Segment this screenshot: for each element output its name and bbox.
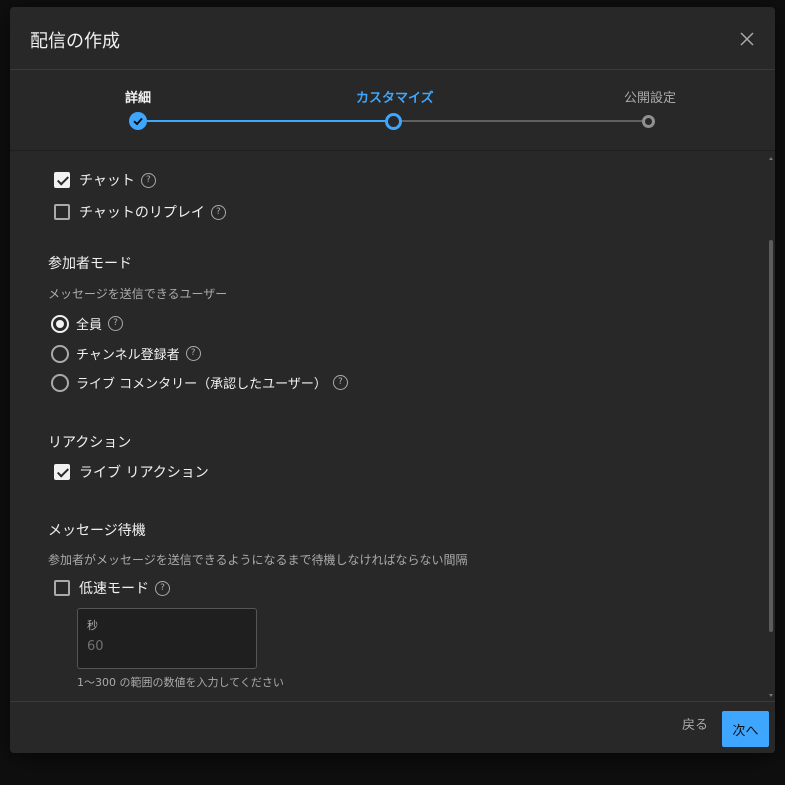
- create-stream-dialog: 配信の作成 詳細 カスタマイズ 公開設定 チャット ? チャットのリプレイ ? …: [10, 7, 775, 753]
- back-button[interactable]: 戻る: [682, 714, 708, 733]
- live-reactions-label: ライブ リアクション: [79, 465, 209, 481]
- scrollbar-thumb[interactable]: [769, 240, 773, 632]
- participant-mode-heading: 参加者モード: [48, 256, 132, 272]
- seconds-caption: 秒: [87, 619, 98, 632]
- chat-replay-option[interactable]: チャットのリプレイ ?: [54, 202, 226, 222]
- slow-mode-label: 低速モード: [79, 581, 149, 597]
- live-reactions-checkbox[interactable]: [54, 464, 70, 480]
- check-icon: [133, 117, 143, 126]
- participant-option-label: 全員: [76, 318, 103, 333]
- slow-mode-option[interactable]: 低速モード ?: [54, 578, 170, 598]
- step-label-customize[interactable]: カスタマイズ: [356, 87, 434, 106]
- participant-option-subscribers[interactable]: チャンネル登録者 ?: [51, 344, 201, 363]
- slow-mode-seconds-input[interactable]: 秒 60: [77, 608, 257, 669]
- dialog-title: 配信の作成: [30, 31, 120, 52]
- message-delay-description: 参加者がメッセージを送信できるようになるまで待機しなければならない間隔: [48, 553, 468, 567]
- dialog-header: 配信の作成: [10, 7, 775, 70]
- seconds-placeholder: 60: [87, 639, 104, 654]
- message-delay-heading: メッセージ待機: [48, 523, 146, 539]
- chat-replay-checkbox[interactable]: [54, 204, 70, 220]
- participant-mode-description: メッセージを送信できるユーザー: [48, 287, 228, 301]
- participant-option-everyone[interactable]: 全員 ?: [51, 314, 124, 333]
- help-icon[interactable]: ?: [210, 204, 226, 220]
- close-icon[interactable]: [737, 29, 757, 49]
- help-icon[interactable]: ?: [108, 316, 124, 331]
- chat-option[interactable]: チャット ?: [54, 170, 156, 190]
- step-dot-customize[interactable]: [385, 113, 402, 130]
- help-icon[interactable]: ?: [155, 580, 170, 596]
- stepper: 詳細 カスタマイズ 公開設定: [10, 71, 775, 151]
- help-icon[interactable]: ?: [185, 346, 201, 361]
- live-reactions-option[interactable]: ライブ リアクション: [54, 462, 209, 482]
- step-remaining-line: [393, 120, 648, 122]
- radio-everyone[interactable]: [51, 314, 69, 333]
- chat-checkbox[interactable]: [54, 172, 70, 188]
- next-button[interactable]: 次へ: [722, 711, 769, 747]
- step-label-details[interactable]: 詳細: [125, 87, 151, 106]
- dialog-footer: 戻る 次へ: [10, 701, 775, 753]
- help-icon[interactable]: ?: [140, 172, 156, 188]
- step-dot-details[interactable]: [129, 112, 147, 130]
- dialog-content: チャット ? チャットのリプレイ ? 参加者モード メッセージを送信できるユーザ…: [10, 151, 775, 701]
- help-icon[interactable]: ?: [332, 375, 348, 390]
- step-progress-line: [145, 120, 393, 122]
- seconds-hint: 1〜300 の範囲の数値を入力してください: [77, 676, 284, 689]
- participant-option-label: ライブ コメンタリー（承認したユーザー）: [76, 377, 327, 392]
- participant-option-label: チャンネル登録者: [76, 348, 180, 363]
- chat-label: チャット: [79, 173, 135, 189]
- radio-live-commentary[interactable]: [51, 373, 69, 392]
- reactions-heading: リアクション: [48, 435, 132, 451]
- radio-subscribers[interactable]: [51, 344, 69, 363]
- step-dot-visibility[interactable]: [642, 115, 655, 128]
- chat-replay-label: チャットのリプレイ: [79, 205, 205, 221]
- step-label-visibility[interactable]: 公開設定: [624, 87, 676, 106]
- participant-option-live-commentary[interactable]: ライブ コメンタリー（承認したユーザー） ?: [51, 373, 348, 392]
- slow-mode-checkbox[interactable]: [54, 580, 70, 596]
